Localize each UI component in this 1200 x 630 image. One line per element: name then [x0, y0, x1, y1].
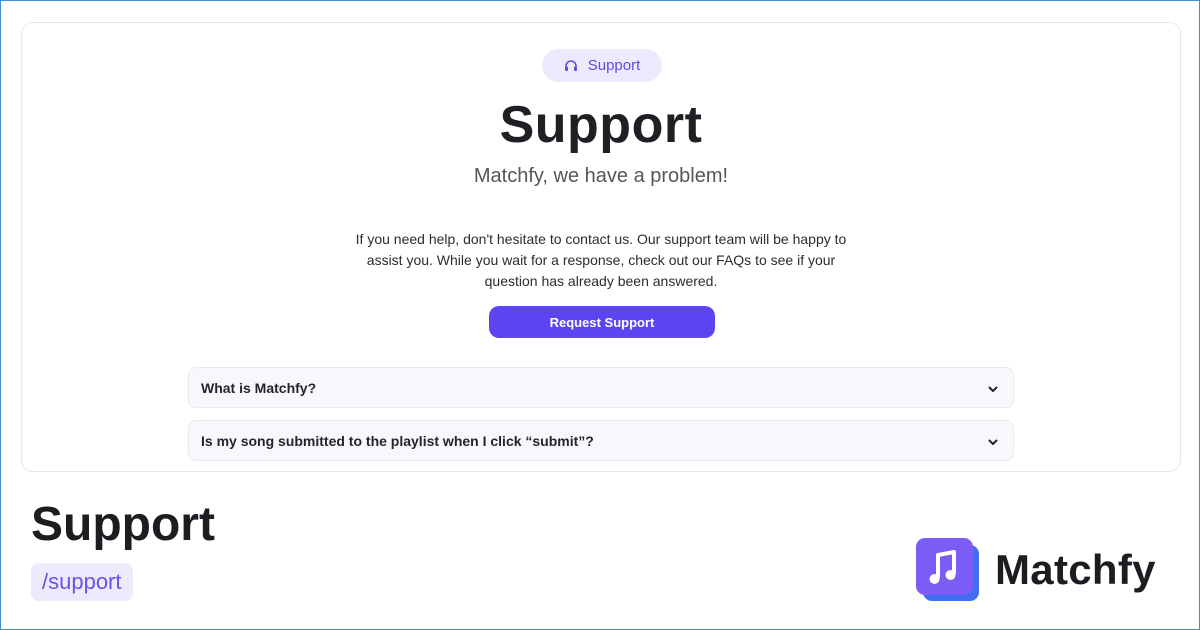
social-preview-frame: Support Support Matchfy, we have a probl… — [0, 0, 1200, 630]
chevron-down-icon — [987, 435, 999, 447]
request-support-button[interactable]: Request Support — [489, 306, 715, 338]
faq-item-what-is-matchfy[interactable]: What is Matchfy? — [188, 367, 1014, 408]
faq-question: What is Matchfy? — [201, 379, 317, 396]
headset-icon — [564, 59, 578, 73]
brand-name: Matchfy — [995, 546, 1156, 593]
support-chip: Support — [542, 49, 662, 82]
brand-lockup: Matchfy — [915, 537, 1156, 603]
page-screenshot-card: Support Support Matchfy, we have a probl… — [21, 22, 1181, 472]
caption-title: Support — [31, 498, 215, 551]
page-title: Support — [499, 96, 703, 154]
intro-paragraph: If you need help, don't hesitate to cont… — [355, 231, 847, 289]
route-badge: /support — [31, 563, 133, 601]
faq-item-song-submitted[interactable]: Is my song submitted to the playlist whe… — [188, 420, 1014, 461]
faq-question: Is my song submitted to the playlist whe… — [201, 432, 594, 449]
chevron-down-icon — [987, 382, 999, 394]
page-subtitle: Matchfy, we have a problem! — [473, 165, 729, 187]
support-chip-label: Support — [587, 57, 641, 74]
music-note-icon — [915, 537, 981, 603]
